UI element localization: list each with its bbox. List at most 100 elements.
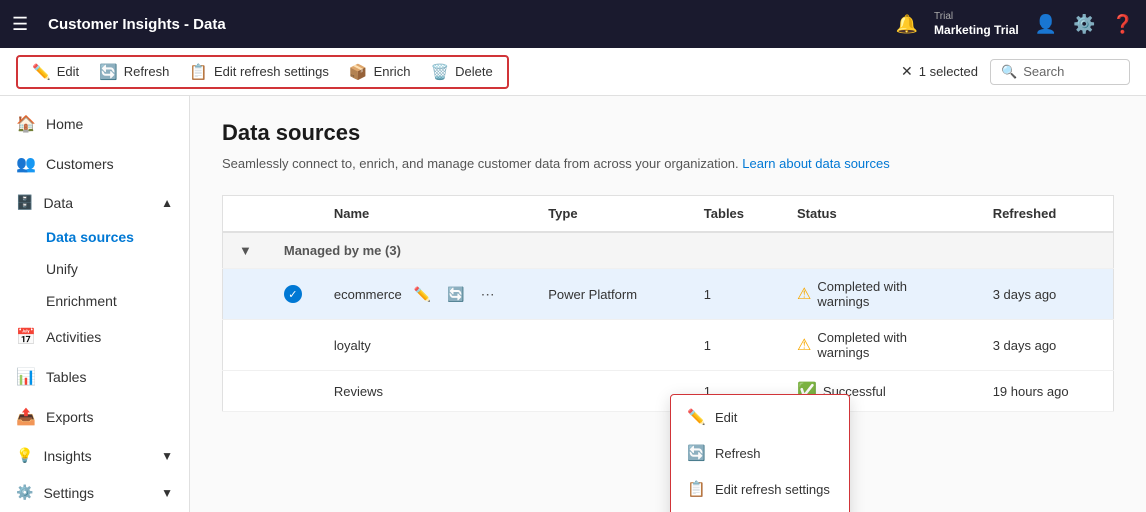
- sidebar-item-activities[interactable]: 📅 Activities: [0, 317, 189, 357]
- delete-button[interactable]: 🗑️ Delete: [420, 57, 502, 87]
- sidebar: 🏠 Home 👥 Customers 🗄️ Data ▲ Data source…: [0, 96, 190, 512]
- activities-icon: 📅: [16, 327, 36, 347]
- app-title: Customer Insights - Data: [48, 16, 883, 33]
- tables-icon: 📊: [16, 367, 36, 387]
- row-name-cell: Reviews: [318, 371, 532, 412]
- notification-icon[interactable]: 🔔: [896, 14, 918, 35]
- sidebar-data-submenu: Data sources Unify Enrichment: [0, 221, 189, 317]
- sidebar-group-insights[interactable]: 💡 Insights ▼: [0, 437, 189, 474]
- row-check-cell[interactable]: ✓: [268, 269, 318, 320]
- sidebar-item-enrichment[interactable]: Enrichment: [46, 285, 189, 317]
- sidebar-group-settings[interactable]: ⚙️ Settings ▼: [0, 474, 189, 511]
- enrich-icon: 📦: [349, 63, 368, 81]
- row-tables-cell: 1: [688, 320, 781, 371]
- data-icon: 🗄️: [16, 194, 33, 211]
- context-menu-enrich[interactable]: 📦 Enrich: [671, 507, 849, 512]
- page-description: Seamlessly connect to, enrich, and manag…: [222, 156, 1114, 171]
- learn-link[interactable]: Learn about data sources: [742, 156, 889, 171]
- edit-refresh-icon: 📋: [189, 63, 208, 81]
- row-refreshed-cell: 3 days ago: [977, 269, 1114, 320]
- search-icon: 🔍: [1001, 64, 1017, 80]
- table-row[interactable]: ✓ ecommerce ✏️ 🔄 ⋯ Power Platform 1: [223, 269, 1114, 320]
- row-actions: ecommerce ✏️ 🔄 ⋯: [334, 282, 516, 307]
- selected-indicator: ✕ 1 selected: [901, 63, 978, 80]
- help-icon[interactable]: ❓: [1112, 14, 1134, 35]
- context-menu-edit-refresh-settings[interactable]: 📋 Edit refresh settings: [671, 471, 849, 507]
- row-name-cell: ecommerce ✏️ 🔄 ⋯: [318, 269, 532, 320]
- row-expand-cell: [223, 320, 268, 371]
- row-type-cell: Power Platform: [532, 269, 688, 320]
- edit-refresh-settings-button[interactable]: 📋 Edit refresh settings: [179, 57, 339, 87]
- close-icon[interactable]: ✕: [901, 63, 913, 80]
- hamburger-icon[interactable]: ☰: [12, 14, 28, 35]
- col-name-header[interactable]: Name: [318, 196, 532, 233]
- col-type-header[interactable]: Type: [532, 196, 688, 233]
- row-status-cell: ⚠ Completed with warnings: [781, 269, 977, 320]
- row-check-cell[interactable]: [268, 320, 318, 371]
- row-refreshed-cell: 19 hours ago: [977, 371, 1114, 412]
- row-expand-cell: [223, 269, 268, 320]
- toolbar: ✏️ Edit 🔄 Refresh 📋 Edit refresh setting…: [0, 48, 1146, 96]
- settings-side-icon: ⚙️: [16, 484, 33, 501]
- refresh-button[interactable]: 🔄 Refresh: [89, 57, 179, 87]
- sidebar-item-customers[interactable]: 👥 Customers: [0, 144, 189, 184]
- sidebar-item-home[interactable]: 🏠 Home: [0, 104, 189, 144]
- edit-icon: ✏️: [32, 63, 51, 81]
- sidebar-item-unify[interactable]: Unify: [46, 253, 189, 285]
- customers-icon: 👥: [16, 154, 36, 174]
- exports-icon: 📤: [16, 407, 36, 427]
- warning-icon: ⚠: [797, 335, 811, 355]
- context-edit-refresh-icon: 📋: [687, 480, 705, 498]
- chevron-down-icon: ▼: [161, 449, 173, 463]
- row-check-cell[interactable]: [268, 371, 318, 412]
- col-expand-header: [223, 196, 268, 233]
- check-icon: ✓: [284, 285, 302, 303]
- settings-icon[interactable]: ⚙️: [1073, 14, 1095, 35]
- col-refreshed-header[interactable]: Refreshed: [977, 196, 1114, 233]
- toolbar-right: ✕ 1 selected 🔍 Search: [901, 59, 1130, 85]
- context-menu-refresh[interactable]: 🔄 Refresh: [671, 435, 849, 471]
- sidebar-item-data-sources[interactable]: Data sources: [46, 221, 189, 253]
- sidebar-item-exports[interactable]: 📤 Exports: [0, 397, 189, 437]
- edit-button[interactable]: ✏️ Edit: [22, 57, 89, 87]
- user-icon[interactable]: 👤: [1035, 14, 1057, 35]
- warning-icon: ⚠: [797, 284, 811, 304]
- delete-icon: 🗑️: [430, 63, 449, 81]
- trial-badge: Trial Marketing Trial: [934, 10, 1019, 39]
- col-tables-header[interactable]: Tables: [688, 196, 781, 233]
- chevron-down-icon-settings: ▼: [161, 486, 173, 500]
- row-more-button[interactable]: ⋯: [477, 282, 499, 307]
- chevron-up-icon: ▲: [161, 196, 173, 210]
- row-type-cell: [532, 320, 688, 371]
- sidebar-group-data[interactable]: 🗄️ Data ▲: [0, 184, 189, 221]
- row-status-cell: ⚠ Completed with warnings: [781, 320, 977, 371]
- context-menu: ✏️ Edit 🔄 Refresh 📋 Edit refresh setting…: [670, 394, 850, 512]
- sidebar-item-tables[interactable]: 📊 Tables: [0, 357, 189, 397]
- enrich-button[interactable]: 📦 Enrich: [339, 57, 421, 87]
- row-tables-cell: 1: [688, 269, 781, 320]
- status-warning: ⚠ Completed with warnings: [797, 330, 961, 360]
- toolbar-outlined-group: ✏️ Edit 🔄 Refresh 📋 Edit refresh setting…: [16, 55, 509, 89]
- search-box[interactable]: 🔍 Search: [990, 59, 1130, 85]
- col-status-header[interactable]: Status: [781, 196, 977, 233]
- insights-icon: 💡: [16, 447, 33, 464]
- page-title: Data sources: [222, 120, 1114, 146]
- context-edit-icon: ✏️: [687, 408, 705, 426]
- data-sources-table: Name Type Tables Status Refreshed ▼ Mana…: [222, 195, 1114, 412]
- home-icon: 🏠: [16, 114, 36, 134]
- top-nav: ☰ Customer Insights - Data 🔔 Trial Marke…: [0, 0, 1146, 48]
- context-refresh-icon: 🔄: [687, 444, 705, 462]
- refresh-icon: 🔄: [99, 63, 118, 81]
- content-area: Data sources Seamlessly connect to, enri…: [190, 96, 1146, 512]
- row-refresh-button[interactable]: 🔄: [443, 282, 468, 307]
- context-menu-edit[interactable]: ✏️ Edit: [671, 399, 849, 435]
- section-expand-cell[interactable]: ▼: [223, 232, 268, 269]
- row-edit-button[interactable]: ✏️: [410, 282, 435, 307]
- status-warning: ⚠ Completed with warnings: [797, 279, 961, 309]
- row-expand-cell: [223, 371, 268, 412]
- main-layout: 🏠 Home 👥 Customers 🗄️ Data ▲ Data source…: [0, 96, 1146, 512]
- row-type-cell: [532, 371, 688, 412]
- table-row[interactable]: loyalty 1 ⚠ Completed with warnings 3 da…: [223, 320, 1114, 371]
- table-row[interactable]: Reviews 1 ✅ Successful 19 hours ago: [223, 371, 1114, 412]
- top-nav-icons: 🔔 Trial Marketing Trial 👤 ⚙️ ❓: [896, 10, 1134, 39]
